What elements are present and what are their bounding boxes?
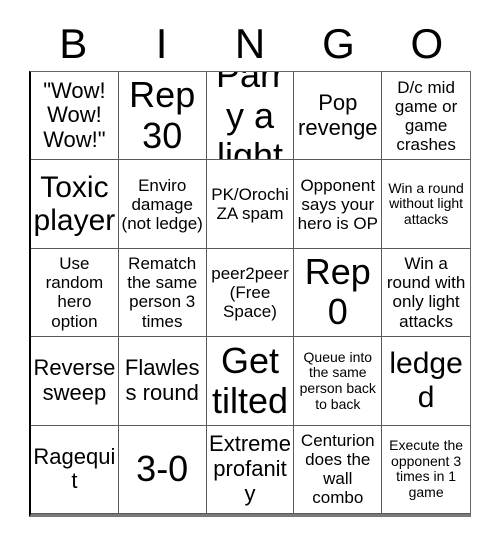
- bingo-cell[interactable]: Get tilted: [206, 337, 295, 426]
- bingo-cell-label: Parry a light: [215, 72, 284, 161]
- bingo-cell-label: Get tilted: [211, 339, 289, 421]
- bingo-cell-label: Win a round without light attacks: [388, 179, 464, 227]
- bingo-cell-label: Reverse sweep: [33, 355, 116, 405]
- bingo-cell[interactable]: Use random hero option: [31, 248, 119, 338]
- bingo-cell-label: Opponent says your hero is OP: [297, 175, 378, 233]
- bingo-cell[interactable]: Win a round without light attacks: [382, 160, 470, 249]
- bingo-cell[interactable]: "Wow! Wow! Wow!": [31, 72, 119, 161]
- bingo-cell[interactable]: Win a round with only light attacks: [382, 248, 470, 338]
- bingo-cell[interactable]: Reverse sweep: [31, 337, 119, 426]
- bingo-cell-label: D/c mid game or game crashes: [394, 77, 458, 154]
- header-letter-b: B: [59, 20, 88, 67]
- bingo-cell-label: Use random hero option: [45, 254, 104, 331]
- bingo-cell-label: peer2peer (Free Space): [211, 263, 289, 321]
- bingo-cell-label: Queue into the same person back to back: [299, 348, 376, 412]
- bingo-card: B I N G O "Wow! Wow! Wow!" Rep 30 Parry …: [0, 0, 500, 544]
- bingo-cell[interactable]: Ragequit: [31, 425, 119, 514]
- bingo-cell[interactable]: Pop revenge: [294, 72, 383, 161]
- bingo-cell[interactable]: Enviro damage (not ledge): [118, 160, 207, 249]
- bingo-cell-label: "Wow! Wow! Wow!": [43, 77, 106, 152]
- bingo-grid: "Wow! Wow! Wow!" Rep 30 Parry a light Po…: [29, 71, 471, 517]
- header-letter-o: O: [410, 20, 444, 67]
- bingo-cell[interactable]: Centurion does the wall combo: [294, 425, 383, 514]
- bingo-cell[interactable]: PK/Orochi ZA spam: [206, 160, 295, 249]
- bingo-cell-label: Pop revenge: [298, 90, 378, 140]
- bingo-cell-label: Enviro damage (not ledge): [121, 175, 203, 233]
- bingo-cell-label: Toxic player: [33, 170, 116, 238]
- bingo-cell-label: 3-0: [136, 448, 189, 490]
- bingo-cell[interactable]: Rep 30: [118, 72, 207, 161]
- bingo-cell[interactable]: Opponent says your hero is OP: [294, 160, 383, 249]
- bingo-cell-label: PK/Orochi ZA spam: [211, 185, 289, 224]
- bingo-cell[interactable]: D/c mid game or game crashes: [382, 72, 470, 161]
- bingo-cell[interactable]: Rematch the same person 3 times: [118, 248, 207, 338]
- bingo-cell-label: Rep 0: [304, 251, 371, 333]
- bingo-cell[interactable]: Extreme profanity: [206, 425, 295, 514]
- header-letter-g: G: [322, 20, 355, 67]
- bingo-cell-label: Centurion does the wall combo: [300, 431, 375, 508]
- bingo-cell[interactable]: Rep 0: [294, 248, 383, 338]
- bingo-cell[interactable]: Queue into the same person back to back: [294, 337, 383, 426]
- bingo-cell-label: Rematch the same person 3 times: [127, 254, 198, 331]
- bingo-cell[interactable]: Toxic player: [31, 160, 119, 249]
- bingo-cell[interactable]: Parry a light: [206, 72, 295, 161]
- bingo-cell-label: Ragequit: [33, 443, 116, 494]
- bingo-cell-label: Extreme profanity: [209, 431, 291, 506]
- bingo-cell-label: Flawless round: [124, 355, 200, 405]
- bingo-cell[interactable]: ledged: [382, 337, 470, 426]
- bingo-cell-label: Execute the opponent 3 times in 1 game: [389, 436, 464, 500]
- bingo-cell-label: Rep 30: [129, 74, 196, 156]
- bingo-cell[interactable]: 3-0: [118, 425, 207, 514]
- header-letter-n: N: [234, 20, 266, 67]
- bingo-header: B I N G O: [29, 18, 471, 70]
- bingo-cell-label: Win a round with only light attacks: [386, 254, 466, 331]
- bingo-cell[interactable]: Flawless round: [118, 337, 207, 426]
- bingo-cell-free-space[interactable]: peer2peer (Free Space): [206, 248, 295, 338]
- header-letter-i: I: [155, 20, 168, 67]
- bingo-cell[interactable]: Execute the opponent 3 times in 1 game: [382, 425, 470, 514]
- bingo-cell-label: ledged: [389, 347, 463, 414]
